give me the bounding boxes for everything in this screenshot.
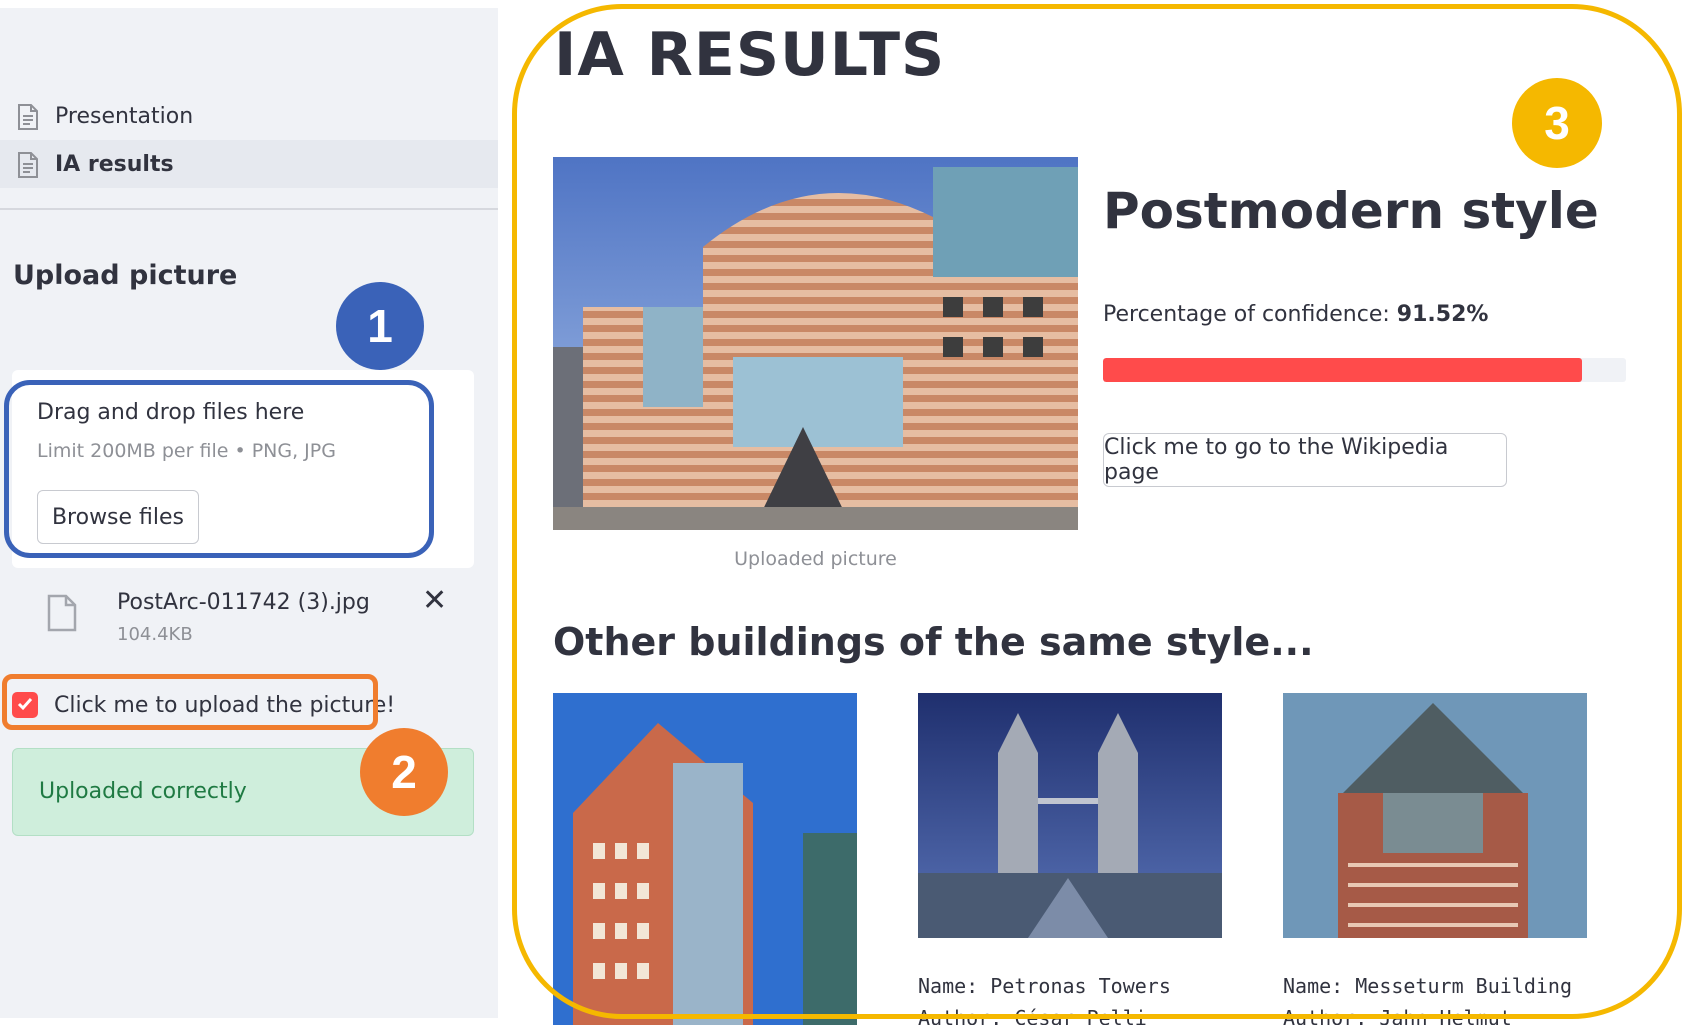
uploaded-file-row: PostArc-011742 (3).jpg 104.4KB ✕ — [12, 580, 474, 660]
building-name: Name: Messeturm Building — [1283, 974, 1572, 998]
other-buildings-heading: Other buildings of the same style... — [553, 620, 1314, 664]
uploaded-building-image — [553, 157, 1078, 530]
building-name: Name: Petronas Towers — [918, 974, 1171, 998]
file-size: 104.4KB — [117, 624, 193, 645]
page-title: IA RESULTS — [554, 20, 946, 90]
wikipedia-button[interactable]: Click me to go to the Wikipedia page — [1103, 433, 1507, 487]
file-name: PostArc-011742 (3).jpg — [117, 590, 370, 615]
upload-checkbox[interactable] — [12, 692, 38, 718]
document-icon — [17, 104, 39, 134]
dropzone-limit-text: Limit 200MB per file • PNG, JPG — [37, 440, 336, 462]
building-author: Author: César Pelli — [918, 1006, 1147, 1025]
confidence-progress-bar — [1103, 358, 1626, 382]
document-icon — [17, 152, 39, 182]
sidebar-divider — [0, 208, 498, 210]
upload-checkbox-row[interactable]: Click me to upload the picture! — [12, 685, 395, 725]
building-thumbnail — [918, 693, 1222, 938]
sidebar-top-strip — [0, 0, 498, 8]
annotation-badge-2: 2 — [360, 728, 448, 816]
upload-checkbox-label: Click me to upload the picture! — [54, 692, 396, 718]
browse-files-button[interactable]: Browse files — [37, 490, 199, 544]
main-content: IA RESULTS Uploaded picture Postmodern s… — [498, 0, 1685, 1025]
building-meta: Name: Petronas Towers Author: César Pell… — [918, 970, 1171, 1025]
sidebar-item-label: IA results — [55, 151, 174, 177]
building-thumbnail — [1283, 693, 1587, 938]
file-dropzone[interactable]: Drag and drop files here Limit 200MB per… — [12, 370, 474, 568]
close-icon[interactable]: ✕ — [422, 586, 447, 616]
style-result-title: Postmodern style — [1103, 182, 1599, 240]
sidebar-item-ia-results[interactable]: IA results — [0, 140, 498, 188]
dropzone-title: Drag and drop files here — [37, 400, 305, 425]
confidence-value: 91.52% — [1396, 302, 1489, 327]
confidence-progress-fill — [1103, 358, 1582, 382]
sidebar: Presentation IA results Upload picture D… — [0, 0, 498, 1018]
sidebar-item-label: Presentation — [55, 103, 194, 129]
sidebar-item-presentation[interactable]: Presentation — [0, 92, 498, 140]
upload-heading: Upload picture — [13, 260, 238, 291]
annotation-badge-1: 1 — [336, 282, 424, 370]
confidence-text: Percentage of confidence: 91.52% — [1103, 302, 1488, 327]
confidence-label: Percentage of confidence: — [1103, 302, 1397, 327]
file-icon — [47, 594, 77, 636]
building-thumbnail — [553, 693, 857, 1025]
annotation-badge-3: 3 — [1512, 78, 1602, 168]
success-message: Uploaded correctly — [39, 779, 247, 804]
building-meta: Name: Messeturm Building Author: Jahn He… — [1283, 970, 1572, 1025]
image-caption: Uploaded picture — [734, 548, 897, 570]
checkmark-icon — [17, 698, 33, 711]
building-author: Author: Jahn Helmut — [1283, 1006, 1512, 1025]
